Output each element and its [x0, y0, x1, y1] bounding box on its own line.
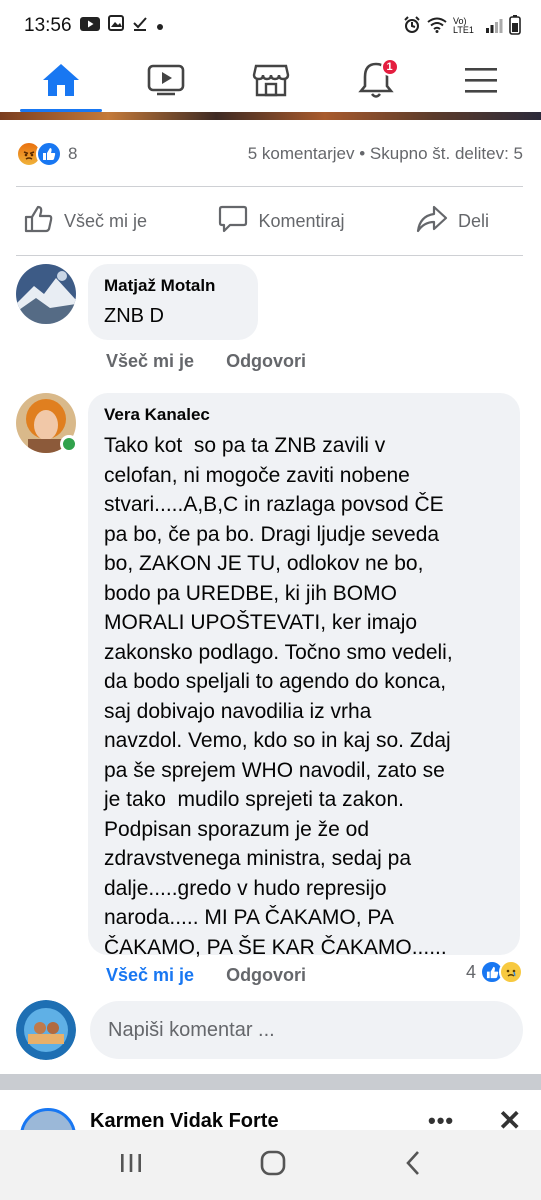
post-author[interactable]: Karmen Vidak Forte	[90, 1110, 279, 1130]
thumbs-up-icon	[24, 205, 54, 238]
comment-text-line: Podpisan sporazum je že od	[104, 817, 369, 841]
comment-actions: Všeč mi je Odgovori	[106, 351, 306, 372]
comments-shares-count[interactable]: 5 komentarjev • Skupno št. delitev: 5	[248, 144, 523, 164]
battery-icon	[509, 14, 521, 38]
avatar[interactable]	[20, 1108, 76, 1130]
more-options-icon[interactable]: •••	[428, 1108, 454, 1130]
divider	[16, 186, 523, 187]
nav-watch[interactable]	[121, 54, 211, 110]
comment-text-line: pa bo, če pa bo. Dragi ljudje seveda	[104, 522, 440, 546]
share-button[interactable]: Deli	[416, 205, 489, 238]
hamburger-menu-icon	[464, 66, 498, 99]
comment-text-line: zdravstvenega ministra, sedaj pa	[104, 847, 411, 870]
comment-actions: Všeč mi je Odgovori	[106, 965, 306, 986]
comment-text-line: pa še sprejem WHO navodil, zato se	[104, 758, 445, 782]
nav-menu[interactable]	[436, 54, 526, 110]
status-bar: 13:56 Vo) LTE1	[0, 0, 541, 52]
download-done-icon	[132, 15, 148, 37]
like-reaction-icon	[36, 141, 62, 167]
avatar[interactable]	[16, 393, 78, 453]
like-label: Všeč mi je	[64, 210, 148, 231]
comment-label: Komentiraj	[258, 210, 345, 231]
current-user-avatar[interactable]	[16, 1000, 76, 1060]
comment: Vera Kanalec Tako kot so pa ta ZNB zavil…	[16, 393, 523, 959]
comment-bubble-icon	[218, 205, 248, 238]
comment-author[interactable]: Matjaž Motaln	[104, 276, 242, 296]
comment-reactions[interactable]: 4	[466, 960, 523, 984]
next-post-header: Karmen Vidak Forte ••• ✕	[0, 1090, 541, 1130]
shop-icon	[252, 62, 290, 103]
signal-icon	[485, 17, 503, 36]
avatar[interactable]	[16, 264, 76, 324]
post-image-edge	[0, 112, 541, 120]
system-navigation-bar	[0, 1130, 541, 1200]
comment-text-line: saj dobivajo navodilia iz vrha	[104, 699, 372, 723]
wifi-icon	[427, 17, 447, 36]
comment-text: ZNB D	[104, 305, 164, 327]
recent-apps-icon[interactable]	[118, 1151, 144, 1180]
comment-like-button[interactable]: Všeč mi je	[106, 965, 194, 986]
comment-text-line: stvari.....A,B,C in razlaga povsod ČE	[104, 493, 444, 516]
home-icon	[41, 62, 81, 103]
comment-button[interactable]: Komentiraj	[218, 205, 345, 238]
comment-input[interactable]: Napiši komentar ...	[90, 1001, 523, 1059]
comment-text-line: ČAKAMO, PA ŠE KAR ČAKAMO......	[104, 935, 447, 959]
comment-text-line: zakonsko podlago. Točno smo vedeli,	[104, 640, 453, 664]
sad-reaction-icon	[499, 960, 523, 984]
comment-text-line: je tako mudilo sprejeti ta zakon.	[104, 788, 404, 811]
comment-text-line: navzdol. Vemo, kdo so in kaj so. Zdaj	[104, 729, 451, 752]
comment-reply-button[interactable]: Odgovori	[226, 965, 306, 986]
divider	[16, 255, 523, 256]
comment-text: Tako kot so pa ta ZNB zavili v celofan, n…	[104, 431, 504, 962]
online-status-dot	[60, 435, 78, 453]
comment-text-line: bodo pa UREDBE, ki jih BOMO	[104, 581, 397, 605]
share-arrow-icon	[416, 205, 448, 238]
reaction-count: 8	[68, 144, 78, 163]
comment-text-line: celofan, ni mogoče zaviti nobene	[104, 463, 410, 487]
clock: 13:56	[24, 15, 72, 36]
write-comment-row: Napiši komentar ...	[16, 1000, 523, 1060]
comment-reply-button[interactable]: Odgovori	[226, 351, 306, 372]
nav-notifications[interactable]: 1	[331, 54, 421, 110]
comment-text-line: naroda..... MI PA ČAKAMO, PA	[104, 906, 394, 929]
comment-text-line: MORALI UPOŠTEVATI, ker imajo	[104, 611, 418, 634]
comment-reaction-count: 4	[465, 961, 476, 982]
network-label: Vo) LTE1	[453, 16, 474, 35]
comment-text-line: Tako kot so pa ta ZNB zavili v	[104, 434, 386, 457]
youtube-icon	[79, 15, 100, 37]
section-separator	[0, 1074, 541, 1090]
video-icon	[147, 64, 185, 101]
alarm-icon	[403, 15, 421, 37]
gallery-icon	[107, 15, 124, 37]
nav-marketplace[interactable]	[226, 54, 316, 110]
back-icon[interactable]	[403, 1150, 423, 1181]
comment-text-line: bo, ZAKON JE TU, odlokov ne bo,	[104, 552, 424, 575]
comment-text-line: da bodo speljali to agendo do konca,	[104, 670, 447, 693]
comment-bubble: Vera Kanalec Tako kot so pa ta ZNB zavil…	[88, 393, 520, 959]
share-label: Deli	[457, 210, 489, 231]
reactions-summary[interactable]: 8 5 komentarjev • Skupno št. delitev: 5	[16, 138, 523, 170]
top-navigation: 1	[0, 52, 541, 112]
comment: Matjaž Motaln ZNB D	[16, 264, 523, 340]
notification-badge: 1	[380, 58, 399, 76]
nav-home[interactable]	[16, 54, 106, 112]
like-button[interactable]: Všeč mi je	[24, 205, 147, 238]
comment-bubble: Matjaž Motaln ZNB D	[88, 264, 258, 340]
post-actions: Všeč mi je Komentiraj Deli	[0, 198, 541, 244]
dot-icon	[156, 15, 164, 37]
comment-text-line: dalje.....gredo v hudo represijo	[104, 876, 387, 900]
close-icon[interactable]: ✕	[498, 1104, 521, 1130]
comment-author[interactable]: Vera Kanalec	[104, 405, 504, 425]
home-button-icon[interactable]	[259, 1149, 287, 1182]
comment-like-button[interactable]: Všeč mi je	[106, 351, 194, 372]
